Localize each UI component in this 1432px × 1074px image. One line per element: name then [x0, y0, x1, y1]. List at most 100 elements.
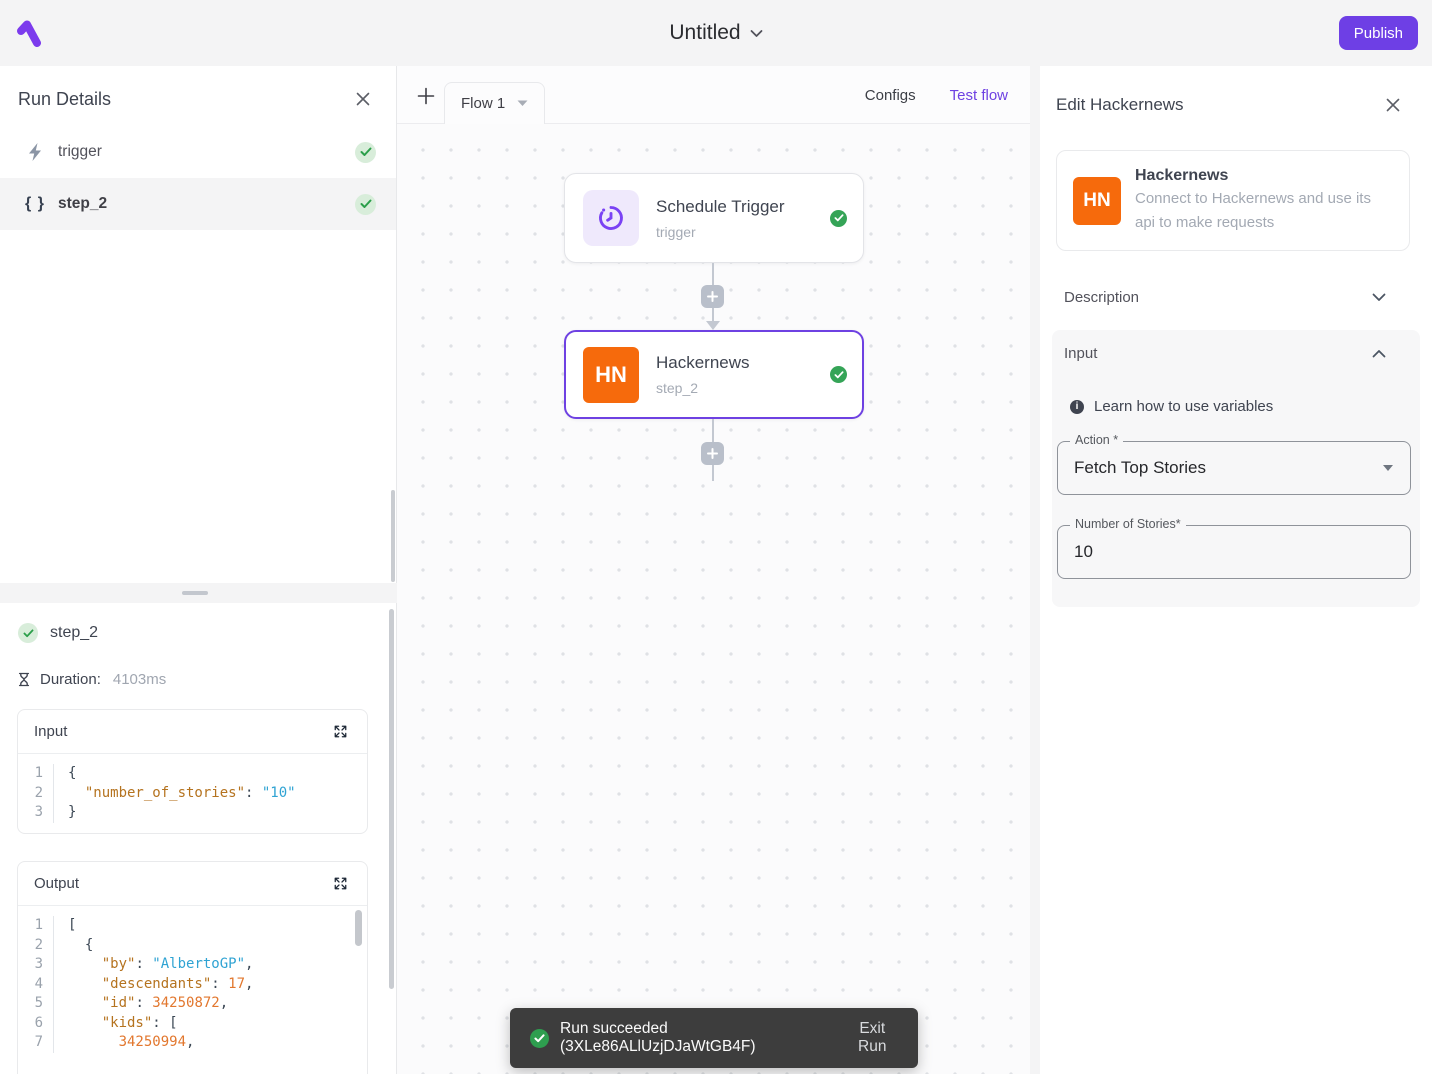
node-subtitle: step_2	[656, 380, 830, 396]
chevron-down-icon	[1372, 293, 1386, 302]
top-bar: Untitled Publish	[0, 0, 1432, 66]
node-schedule-trigger[interactable]: Schedule Trigger trigger	[564, 173, 864, 263]
app-name: Hackernews	[1135, 167, 1371, 185]
node-hackernews[interactable]: HN Hackernews step_2	[564, 330, 864, 419]
number-of-stories-field[interactable]: Number of Stories* 10	[1057, 525, 1411, 579]
add-flow-button[interactable]	[413, 83, 439, 109]
node-success-icon	[830, 210, 847, 227]
code-scrollbar[interactable]	[355, 910, 362, 946]
input-card: Input 1{2 "number_of_stories": "10"3}	[17, 709, 368, 834]
flow-tab-bar: Flow 1 Configs Test flow	[397, 66, 1030, 124]
learn-variables-link[interactable]: i Learn how to use variables	[1052, 376, 1420, 415]
caret-down-icon	[517, 100, 528, 107]
hackernews-icon: HN	[583, 347, 639, 403]
plus-icon	[707, 448, 718, 459]
code-line: 2 "number_of_stories": "10"	[18, 784, 367, 804]
toast-message: Run succeeded (3XLe86ALlUzjDJaWtGB4F)	[560, 1020, 830, 1056]
step-details-panel: step_2 Duration: 4103ms Input 1{2 "numbe…	[0, 603, 397, 1074]
node-title: Hackernews	[656, 353, 830, 373]
step-name: step_2	[50, 624, 98, 642]
canvas-panel-gutter	[1030, 66, 1040, 1074]
run-details-panel: Run Details trigger { } step_2	[0, 66, 397, 583]
run-status-toast: Run succeeded (3XLe86ALlUzjDJaWtGB4F) Ex…	[510, 1008, 918, 1068]
hackernews-icon: HN	[1073, 177, 1121, 225]
braces-icon: { }	[22, 195, 48, 213]
flow-title-menu[interactable]: Untitled	[0, 0, 1432, 66]
input-card-title: Input	[34, 723, 67, 740]
duration-value: 4103ms	[113, 671, 166, 688]
run-step-label: trigger	[58, 143, 355, 161]
chevron-down-icon	[750, 29, 763, 38]
section-input[interactable]: Input	[1052, 330, 1420, 376]
node-subtitle: trigger	[656, 224, 830, 240]
expand-input-button[interactable]	[329, 721, 351, 743]
close-edit-panel-button[interactable]	[1382, 94, 1404, 116]
input-section: Input i Learn how to use variables Actio…	[1052, 330, 1420, 607]
caret-down-icon	[1382, 464, 1394, 472]
edit-panel-title: Edit Hackernews	[1056, 95, 1184, 115]
code-line: 2 {	[18, 936, 367, 956]
edge-arrow-icon	[706, 321, 720, 330]
flow-canvas[interactable]: Flow 1 Configs Test flow Schedule Trigge…	[397, 66, 1030, 1074]
app-description: Connect to Hackernews and use itsapi to …	[1135, 187, 1371, 235]
publish-button[interactable]: Publish	[1339, 16, 1418, 50]
node-success-icon	[830, 366, 847, 383]
code-line: 7 34250994,	[18, 1033, 367, 1053]
node-title: Schedule Trigger	[656, 197, 830, 217]
add-step-button[interactable]	[701, 285, 724, 308]
step-panel-scrollbar[interactable]	[389, 609, 394, 989]
success-check-icon	[18, 623, 38, 643]
run-step-trigger[interactable]: trigger	[0, 126, 396, 178]
success-check-icon	[355, 142, 376, 163]
code-line: 4 "descendants": 17,	[18, 975, 367, 995]
code-line: 3 "by": "AlbertoGP",	[18, 955, 367, 975]
stories-field-label: Number of Stories*	[1070, 517, 1186, 531]
expand-output-button[interactable]	[329, 873, 351, 895]
output-code-block: 1[2 {3 "by": "AlbertoGP",4 "descendants"…	[18, 906, 367, 1063]
expand-icon	[333, 724, 348, 739]
success-check-icon	[355, 194, 376, 215]
app-info-card: HN Hackernews Connect to Hackernews and …	[1056, 150, 1410, 251]
edit-step-panel: Edit Hackernews HN Hackernews Connect to…	[1040, 66, 1432, 1074]
action-field-value: Fetch Top Stories	[1074, 458, 1382, 478]
page-title: Untitled	[669, 21, 740, 45]
add-step-button[interactable]	[701, 442, 724, 465]
code-line: 1[	[18, 916, 367, 936]
plus-icon	[417, 87, 435, 105]
description-section-label: Description	[1064, 289, 1139, 306]
output-card: Output 1[2 {3 "by": "AlbertoGP",4 "desce…	[17, 861, 368, 1074]
input-section-label: Input	[1064, 345, 1097, 362]
code-line: 1{	[18, 764, 367, 784]
configs-button[interactable]: Configs	[865, 87, 916, 104]
expand-icon	[333, 876, 348, 891]
info-icon: i	[1070, 400, 1084, 414]
input-code-block: 1{2 "number_of_stories": "10"3}	[18, 754, 367, 833]
exit-run-button[interactable]: Exit Run	[846, 1020, 898, 1056]
run-details-scrollbar[interactable]	[391, 490, 395, 582]
close-icon	[1386, 98, 1400, 112]
panel-resize-handle[interactable]	[182, 591, 208, 595]
close-icon	[356, 92, 370, 106]
panel-divider	[0, 583, 397, 603]
duration-label: Duration:	[40, 671, 101, 688]
test-flow-button[interactable]: Test flow	[950, 87, 1008, 104]
schedule-timer-icon	[583, 190, 639, 246]
code-line: 3}	[18, 803, 367, 823]
code-line: 6 "kids": [	[18, 1014, 367, 1034]
code-line: 5 "id": 34250872,	[18, 994, 367, 1014]
success-check-icon	[530, 1029, 549, 1048]
run-details-title: Run Details	[18, 89, 111, 110]
tab-flow-1[interactable]: Flow 1	[444, 82, 545, 124]
close-run-details-button[interactable]	[352, 88, 374, 110]
run-step-step-2[interactable]: { } step_2	[0, 178, 396, 230]
plus-icon	[707, 291, 718, 302]
lightning-bolt-icon	[22, 142, 48, 162]
output-card-title: Output	[34, 875, 79, 892]
action-select[interactable]: Action * Fetch Top Stories	[1057, 441, 1411, 495]
stories-field-value: 10	[1074, 542, 1394, 562]
chevron-up-icon	[1372, 349, 1386, 358]
action-field-label: Action *	[1070, 433, 1123, 447]
hourglass-icon	[16, 671, 32, 688]
flow-tab-label: Flow 1	[461, 95, 505, 112]
section-description[interactable]: Description	[1040, 271, 1432, 323]
